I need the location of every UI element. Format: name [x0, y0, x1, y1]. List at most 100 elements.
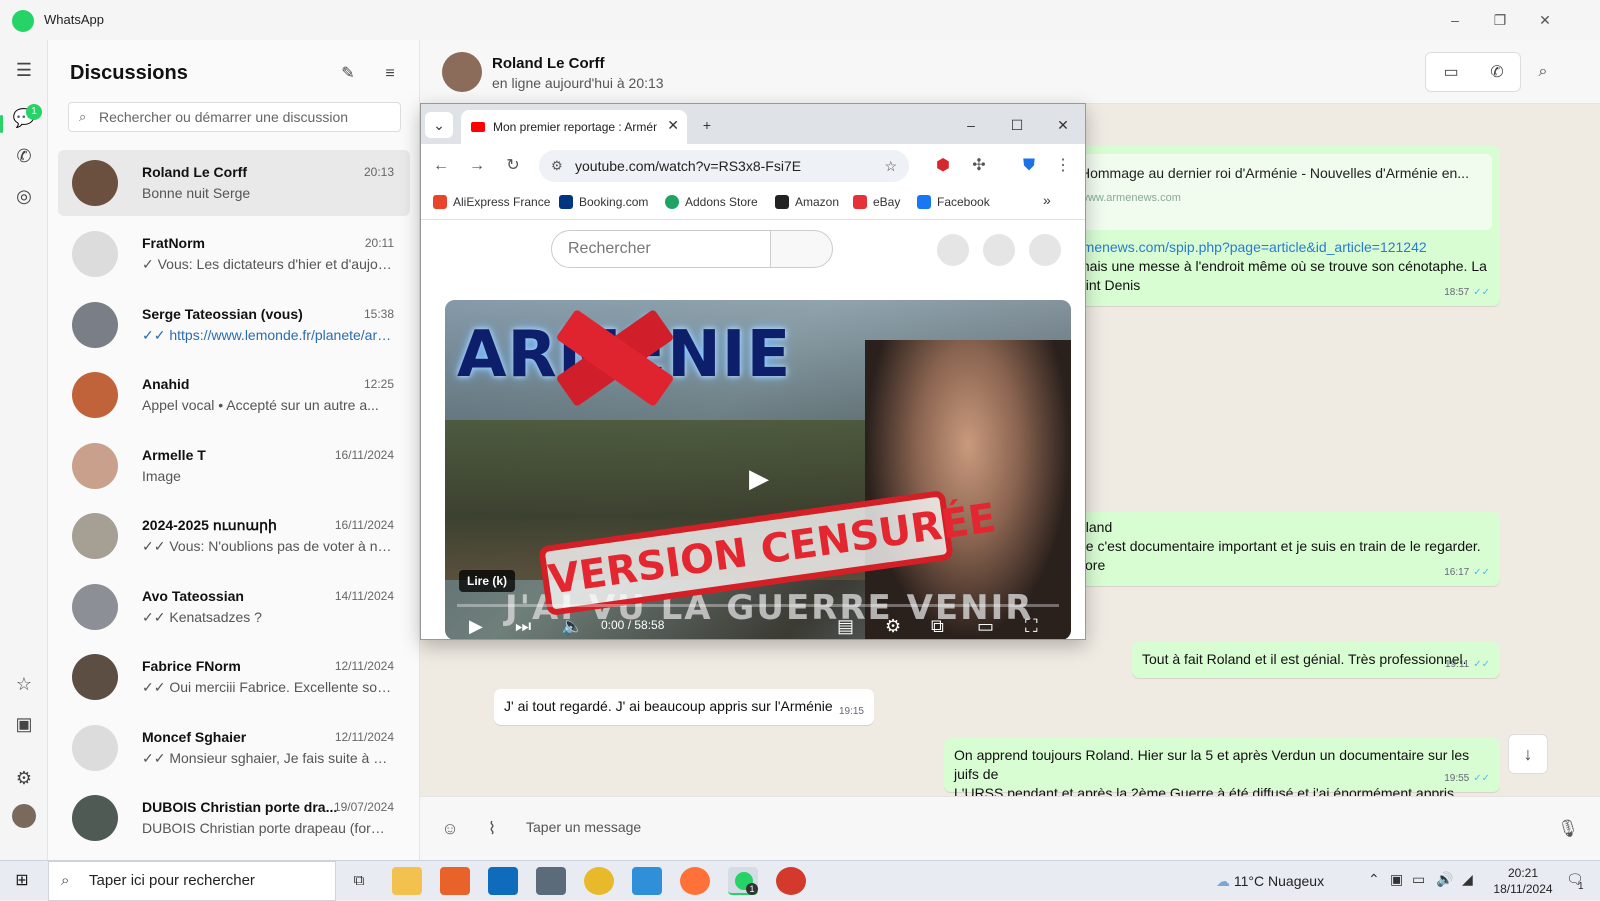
- battery-icon[interactable]: ▭: [1412, 871, 1425, 888]
- chat-item[interactable]: Avo Tateossian 14/11/2024 ✓✓ Kenatsadzes…: [58, 574, 410, 640]
- task-view-icon[interactable]: ⧉: [344, 867, 374, 895]
- close-button[interactable]: ✕: [1530, 6, 1560, 34]
- bookmark-item[interactable]: Booking.com: [559, 195, 648, 209]
- search-icon[interactable]: ⌕: [1520, 52, 1566, 92]
- bookmark-item[interactable]: AliExpress France: [433, 195, 550, 209]
- shield-icon[interactable]: ⛊: [1015, 152, 1043, 180]
- youtube-search-button[interactable]: [771, 230, 833, 268]
- browser-minimize-button[interactable]: –: [955, 112, 987, 138]
- next-icon[interactable]: ⏭: [515, 614, 531, 638]
- close-tab-icon[interactable]: ✕: [667, 117, 679, 134]
- file-explorer-icon[interactable]: [392, 867, 422, 895]
- fullscreen-icon[interactable]: ⛶: [1025, 614, 1038, 638]
- settings-icon[interactable]: ⚙: [885, 614, 901, 638]
- message-link[interactable]: rmenews.com/spip.php?page=article&id_art…: [1078, 238, 1427, 257]
- profile-avatar[interactable]: [12, 804, 36, 828]
- address-bar[interactable]: ⚙ youtube.com/watch?v=RS3x8-Fsi7E ☆: [539, 150, 909, 182]
- tab-search-icon[interactable]: ⌄: [425, 112, 453, 138]
- chat-item[interactable]: Serge Tateossian (vous) 15:38 ✓✓ https:/…: [58, 292, 410, 358]
- calculator-icon[interactable]: [536, 867, 566, 895]
- bookmark-item[interactable]: Amazon: [775, 195, 839, 209]
- scroll-down-button[interactable]: ↓: [1508, 734, 1548, 774]
- chat-item[interactable]: FratNorm 20:11 ✓ Vous: Les dictateurs d'…: [58, 221, 410, 287]
- archive-icon[interactable]: ▣: [8, 708, 40, 740]
- tray-app-icon[interactable]: ▣: [1390, 871, 1403, 888]
- firefox-icon[interactable]: [680, 867, 710, 895]
- settings-gear-icon[interactable]: ⚙: [8, 762, 40, 794]
- miniplayer-icon[interactable]: ⧉: [931, 614, 944, 638]
- youtube-header-icon[interactable]: [1029, 234, 1061, 266]
- chat-item[interactable]: Roland Le Corff 20:13 Bonne nuit Serge: [58, 150, 410, 216]
- whatsapp-taskbar-icon[interactable]: 1: [728, 867, 758, 895]
- chat-item[interactable]: 2024-2025 ուսոարի 16/11/2024 ✓✓ Vous: N'…: [58, 503, 410, 569]
- new-tab-icon[interactable]: +: [691, 112, 723, 138]
- adblock-icon[interactable]: ⬢: [929, 152, 957, 180]
- contact-avatar[interactable]: [442, 52, 482, 92]
- youtube-header-icon[interactable]: [937, 234, 969, 266]
- site-settings-icon[interactable]: ⚙: [551, 150, 563, 182]
- minimize-button[interactable]: –: [1440, 6, 1470, 34]
- message-bubble-in[interactable]: J' ai tout regardé. J' ai beaucoup appri…: [494, 689, 874, 725]
- video-player[interactable]: ARMÉNIE J'AI VU LA GUERRE VENIR VERSION …: [445, 300, 1071, 639]
- chat-item[interactable]: Moncef Sghaier 12/11/2024 ✓✓ Monsieur sg…: [58, 715, 410, 781]
- menu-icon[interactable]: ☰: [8, 54, 40, 86]
- volume-icon[interactable]: 🔊: [1436, 871, 1453, 888]
- chat-item[interactable]: Fabrice FNorm 12/11/2024 ✓✓ Oui merciii …: [58, 644, 410, 710]
- bookmark-item[interactable]: Facebook: [917, 195, 990, 209]
- youtube-search-input[interactable]: Rechercher: [551, 230, 771, 268]
- emoji-icon[interactable]: ☺: [436, 815, 464, 843]
- extensions-icon[interactable]: ✣: [965, 152, 993, 180]
- forward-icon[interactable]: →: [463, 152, 491, 180]
- chat-item[interactable]: Anahid 12:25 Appel vocal • Accepté sur u…: [58, 362, 410, 428]
- message-bubble-out[interactable]: On apprend toujours Roland. Hier sur la …: [944, 738, 1500, 801]
- voice-call-icon[interactable]: ✆: [1474, 53, 1520, 93]
- more-menu-icon[interactable]: ⋮: [1049, 152, 1077, 180]
- theater-mode-icon[interactable]: ▭: [977, 614, 994, 638]
- video-call-icon[interactable]: ▭: [1428, 53, 1474, 93]
- youtube-header-icon[interactable]: [983, 234, 1015, 266]
- subtitles-icon[interactable]: ▤: [837, 614, 854, 638]
- chrome-icon[interactable]: [584, 867, 614, 895]
- reload-icon[interactable]: ↻: [499, 152, 527, 180]
- search-input[interactable]: ⌕ Rechercher ou démarrer une discussion: [68, 102, 401, 132]
- network-icon[interactable]: ◢: [1462, 871, 1473, 888]
- outlook-icon[interactable]: [488, 867, 518, 895]
- microsoft-store-icon[interactable]: [440, 867, 470, 895]
- more-bookmarks-icon[interactable]: »: [1043, 192, 1051, 208]
- restore-button[interactable]: ❐: [1485, 6, 1515, 34]
- conversation-header[interactable]: Roland Le Corff en ligne aujourd'hui à 2…: [420, 40, 1600, 104]
- center-play-icon[interactable]: ▶: [739, 458, 779, 498]
- thunderbird-icon[interactable]: [632, 867, 662, 895]
- status-icon[interactable]: ◎: [8, 180, 40, 212]
- recording-app-icon[interactable]: [776, 867, 806, 895]
- chat-time: 15:38: [363, 307, 394, 321]
- back-icon[interactable]: ←: [427, 152, 455, 180]
- message-bubble-out[interactable]: oland ue c'est documentaire important et…: [1060, 512, 1500, 586]
- browser-close-button[interactable]: ✕: [1047, 112, 1079, 138]
- message-bubble-out[interactable]: Tout à fait Roland et il est génial. Trè…: [1132, 642, 1500, 678]
- show-hidden-icons-icon[interactable]: ⌃: [1368, 871, 1380, 888]
- starred-icon[interactable]: ☆: [8, 668, 40, 700]
- attach-icon[interactable]: ⌇: [478, 815, 506, 843]
- chat-item[interactable]: Armelle T 16/11/2024 Image: [58, 433, 410, 499]
- filter-icon[interactable]: ≡: [376, 60, 404, 88]
- chat-item[interactable]: DUBOIS Christian porte dra... 19/07/2024…: [58, 785, 410, 851]
- volume-icon[interactable]: 🔈: [561, 614, 583, 638]
- windows-start-icon[interactable]: ⊞: [12, 871, 32, 891]
- browser-maximize-button[interactable]: ☐: [1001, 112, 1033, 138]
- bookmark-item[interactable]: Addons Store: [665, 195, 758, 209]
- video-progress-bar[interactable]: [457, 604, 1059, 607]
- microphone-icon[interactable]: 🎙: [1554, 815, 1582, 843]
- message-bubble-out[interactable]: Hommage au dernier roi d'Arménie - Nouve…: [1060, 146, 1500, 306]
- bookmark-star-icon[interactable]: ☆: [884, 150, 897, 182]
- play-icon[interactable]: ▶: [469, 614, 483, 638]
- new-chat-icon[interactable]: ✎: [334, 60, 362, 88]
- bookmark-item[interactable]: eBay: [853, 195, 900, 209]
- calls-icon[interactable]: ✆: [8, 140, 40, 172]
- clock[interactable]: 20:21 18/11/2024: [1488, 865, 1558, 897]
- link-preview[interactable]: Hommage au dernier roi d'Arménie - Nouve…: [1068, 154, 1492, 230]
- browser-tab[interactable]: Mon premier reportage : Arménie ✕: [461, 110, 687, 144]
- weather-widget[interactable]: ☁ 11°C Nuageux: [1216, 861, 1324, 901]
- taskbar-search[interactable]: ⌕ Taper ici pour rechercher: [48, 861, 336, 901]
- message-input[interactable]: Taper un message: [526, 819, 641, 835]
